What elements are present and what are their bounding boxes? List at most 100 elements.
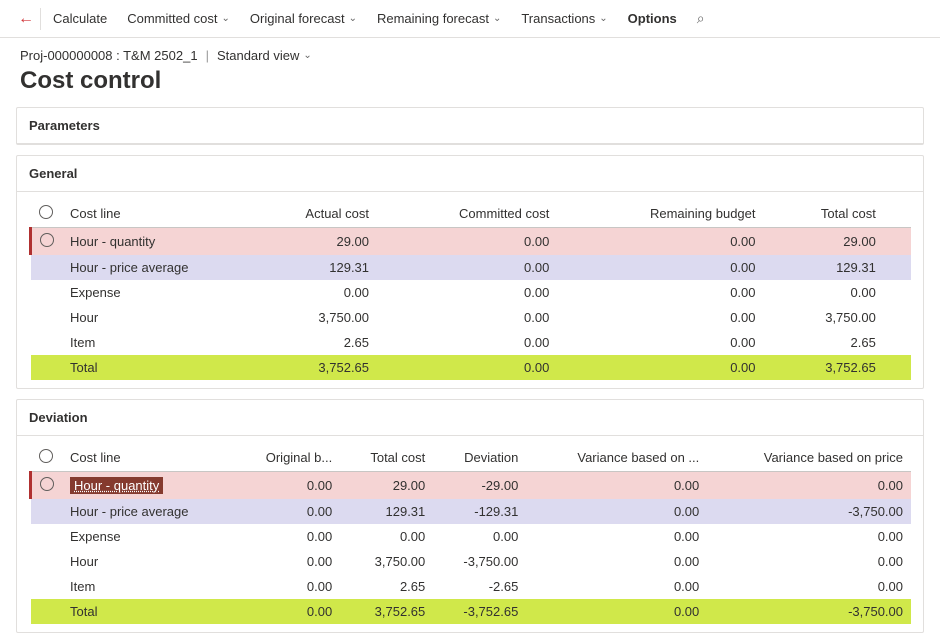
chevron-down-icon: ⌄ (493, 13, 501, 24)
parameters-section[interactable]: Parameters (16, 107, 924, 145)
cell-value: 0.00 (526, 599, 707, 624)
cell-value: 0.00 (377, 355, 557, 380)
cost-line-label: Hour (62, 305, 242, 330)
breadcrumb: Proj-000000008 : T&M 2502_1 | Standard v… (0, 38, 940, 63)
cost-line-label: Hour - price average (62, 255, 242, 280)
select-all-radio[interactable] (31, 200, 63, 228)
remaining-forecast-menu[interactable]: Remaining forecast⌄ (369, 7, 509, 30)
cost-line-label: Expense (62, 524, 232, 549)
table-row[interactable]: Expense0.000.000.000.00 (31, 280, 912, 305)
cell-value: 0.00 (557, 280, 763, 305)
cell-value: 129.31 (764, 255, 884, 280)
cell-value: 29.00 (764, 228, 884, 256)
page-title: Cost control (0, 63, 940, 107)
cell-value: 0.00 (557, 355, 763, 380)
calculate-button[interactable]: Calculate (45, 7, 115, 30)
cell-value: 0.00 (764, 280, 884, 305)
col-committed-cost[interactable]: Committed cost (377, 200, 557, 228)
cost-line-label: Total (62, 599, 232, 624)
cell-value: -129.31 (433, 499, 526, 524)
table-row[interactable]: Hour - quantity0.0029.00-29.000.000.00 (31, 472, 912, 500)
deviation-header: Deviation (17, 400, 923, 436)
cell-value: 3,750.00 (764, 305, 884, 330)
table-row[interactable]: Hour - price average129.310.000.00129.31 (31, 255, 912, 280)
col-total-cost[interactable]: Total cost (764, 200, 884, 228)
table-row[interactable]: Hour0.003,750.00-3,750.000.000.00 (31, 549, 912, 574)
table-row[interactable]: Hour - price average0.00129.31-129.310.0… (31, 499, 912, 524)
select-all-radio[interactable] (31, 444, 63, 472)
cell-value: 0.00 (232, 499, 340, 524)
cell-value: 129.31 (340, 499, 433, 524)
cell-value: 0.00 (377, 228, 557, 256)
cell-value: 29.00 (340, 472, 433, 500)
back-icon[interactable]: ← (12, 8, 41, 30)
cell-value: 3,752.65 (340, 599, 433, 624)
cell-value: 0.00 (377, 305, 557, 330)
project-id: Proj-000000008 : T&M 2502_1 (20, 48, 198, 63)
cell-value: 0.00 (557, 305, 763, 330)
cell-value: 0.00 (377, 330, 557, 355)
view-selector[interactable]: Standard view⌄ (217, 48, 312, 63)
col-cost-line[interactable]: Cost line (62, 200, 242, 228)
col-original-budget[interactable]: Original b... (232, 444, 340, 472)
cell-value: 3,750.00 (242, 305, 377, 330)
cell-value: 0.00 (526, 499, 707, 524)
cell-value: 0.00 (526, 574, 707, 599)
cell-value: 0.00 (377, 255, 557, 280)
cell-value: 0.00 (377, 280, 557, 305)
cell-value: 0.00 (707, 472, 911, 500)
chevron-down-icon: ⌄ (349, 13, 357, 24)
toolbar: ← Calculate Committed cost⌄ Original for… (0, 0, 940, 38)
cost-line-label: Hour - quantity (62, 228, 242, 256)
cell-value: 0.00 (340, 524, 433, 549)
cell-value: 0.00 (526, 472, 707, 500)
cost-line-label: Item (62, 330, 242, 355)
original-forecast-menu[interactable]: Original forecast⌄ (242, 7, 365, 30)
committed-cost-menu[interactable]: Committed cost⌄ (119, 7, 238, 30)
col-variance-quantity[interactable]: Variance based on ... (526, 444, 707, 472)
cell-value: 2.65 (340, 574, 433, 599)
cost-line-label: Hour - price average (62, 499, 232, 524)
cell-value: 0.00 (557, 228, 763, 256)
deviation-section: Deviation Cost line Original b... Total … (16, 399, 924, 633)
col-variance-price[interactable]: Variance based on price (707, 444, 911, 472)
row-radio[interactable] (40, 477, 54, 491)
table-row[interactable]: Item2.650.000.002.65 (31, 330, 912, 355)
cell-value: -3,752.65 (433, 599, 526, 624)
cell-value: 3,752.65 (242, 355, 377, 380)
col-remaining-budget[interactable]: Remaining budget (557, 200, 763, 228)
options-button[interactable]: Options (620, 7, 685, 30)
cell-value: 0.00 (232, 574, 340, 599)
table-row[interactable]: Expense0.000.000.000.000.00 (31, 524, 912, 549)
cell-value: 0.00 (232, 524, 340, 549)
cell-value: 3,752.65 (764, 355, 884, 380)
transactions-menu[interactable]: Transactions⌄ (513, 7, 615, 30)
cell-value: 0.00 (557, 255, 763, 280)
col-cost-line[interactable]: Cost line (62, 444, 232, 472)
cell-value: 0.00 (232, 599, 340, 624)
cell-value: 0.00 (557, 330, 763, 355)
search-icon[interactable]: ⌕ (689, 6, 713, 31)
table-row[interactable]: Hour3,750.000.000.003,750.00 (31, 305, 912, 330)
cell-value: -29.00 (433, 472, 526, 500)
cell-value: -2.65 (433, 574, 526, 599)
col-actual-cost[interactable]: Actual cost (242, 200, 377, 228)
cell-value: -3,750.00 (433, 549, 526, 574)
cost-line-label: Hour - quantity (62, 472, 232, 500)
chevron-down-icon: ⌄ (599, 13, 607, 24)
col-deviation[interactable]: Deviation (433, 444, 526, 472)
cell-value: 3,750.00 (340, 549, 433, 574)
cost-line-label: Hour (62, 549, 232, 574)
row-radio[interactable] (40, 233, 54, 247)
table-row[interactable]: Total0.003,752.65-3,752.650.00-3,750.00 (31, 599, 912, 624)
table-row[interactable]: Item0.002.65-2.650.000.00 (31, 574, 912, 599)
cell-value: 0.00 (707, 524, 911, 549)
deviation-table: Cost line Original b... Total cost Devia… (29, 444, 911, 624)
table-row[interactable]: Hour - quantity29.000.000.0029.00 (31, 228, 912, 256)
cost-line-label: Expense (62, 280, 242, 305)
cell-value: 0.00 (707, 574, 911, 599)
general-header: General (17, 156, 923, 192)
cell-value: -3,750.00 (707, 599, 911, 624)
col-total-cost[interactable]: Total cost (340, 444, 433, 472)
table-row[interactable]: Total3,752.650.000.003,752.65 (31, 355, 912, 380)
